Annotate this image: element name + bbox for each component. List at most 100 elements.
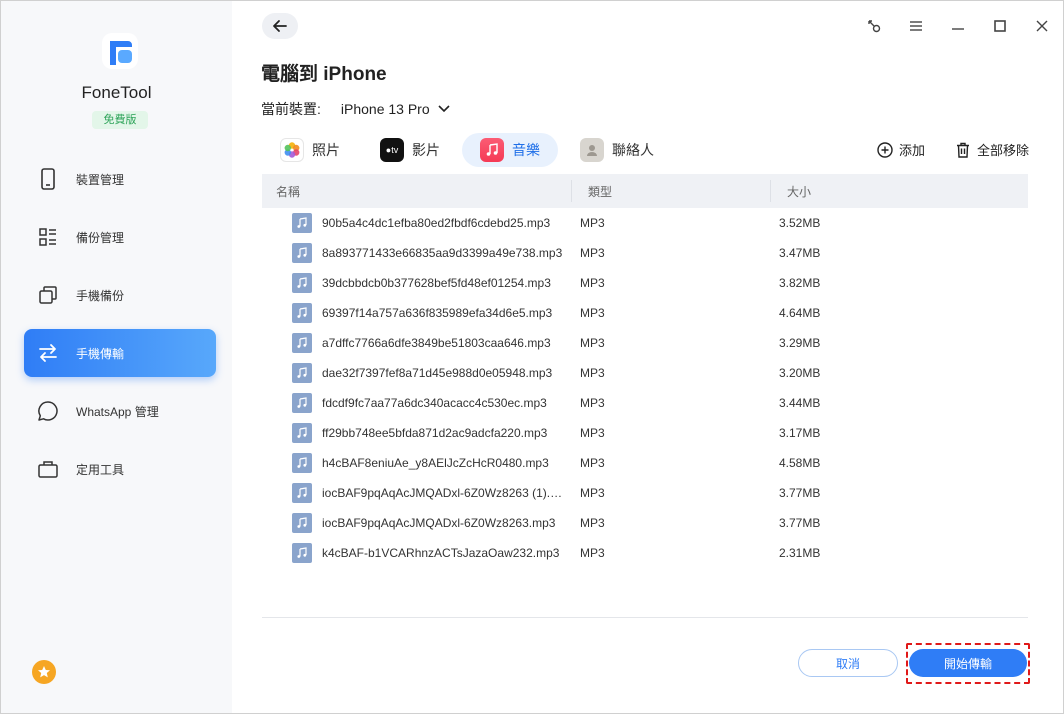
back-button[interactable] xyxy=(262,13,298,39)
column-header-type[interactable]: 類型 xyxy=(572,180,771,202)
column-header-name[interactable]: 名稱 xyxy=(262,180,572,202)
cell-type: MP3 xyxy=(580,516,605,530)
cell-name: dae32f7397fef8a71d45e988d0e05948.mp3 xyxy=(262,363,572,383)
device-dropdown[interactable]: iPhone 13 Pro xyxy=(341,101,450,117)
cell-size: 3.44MB xyxy=(779,396,821,410)
column-header-size[interactable]: 大小 xyxy=(771,174,811,208)
cell-type: MP3 xyxy=(580,426,605,440)
key-icon[interactable] xyxy=(853,11,895,41)
remove-all-button[interactable]: 全部移除 xyxy=(955,140,1029,159)
file-name: iocBAF9pqAqAcJMQADxl-6Z0Wz8263 (1).mp3 xyxy=(322,486,572,500)
start-transfer-button[interactable]: 開始傳輸 xyxy=(909,649,1027,677)
cell-name: 90b5a4c4dc1efba80ed2fbdf6cdebd25.mp3 xyxy=(262,213,572,233)
page-title: 電腦到 iPhone xyxy=(261,64,387,85)
main-panel: 電腦到 iPhone 當前裝置: iPhone 13 Pro 照片 ●tv 影片… xyxy=(232,1,1063,713)
cell-size: 3.77MB xyxy=(779,516,821,530)
cell-size: 3.20MB xyxy=(779,366,821,380)
add-button-label: 添加 xyxy=(898,143,925,158)
music-file-icon xyxy=(292,423,312,443)
music-file-icon xyxy=(292,483,312,503)
toolbox-icon xyxy=(36,457,60,481)
file-name: 8a893771433e66835aa9d3399a49e738.mp3 xyxy=(322,246,563,260)
table-row[interactable]: a7dffc7766a6dfe3849be51803caa646.mp3 MP3 3… xyxy=(262,328,1028,358)
chat-bubble-icon xyxy=(36,399,60,423)
cell-size: 4.58MB xyxy=(779,456,821,470)
minimize-icon[interactable] xyxy=(937,11,979,41)
sidebar-nav: 裝置管理 備份管理 手機備份 手機傳輸 WhatsApp 管理 定用工具 xyxy=(24,155,216,503)
app-window: FoneTool 免費版 裝置管理 備份管理 手機備份 手機傳輸 WhatsAp… xyxy=(0,0,1064,714)
sidebar-item-tools[interactable]: 定用工具 xyxy=(24,445,216,493)
maximize-icon[interactable] xyxy=(979,11,1021,41)
cancel-button[interactable]: 取消 xyxy=(798,649,898,677)
music-file-icon xyxy=(292,363,312,383)
cell-type: MP3 xyxy=(580,246,605,260)
cell-type: MP3 xyxy=(580,276,605,290)
tab-photos[interactable]: 照片 xyxy=(262,133,358,167)
file-name: 69397f14a757a636f835989efa34d6e5.mp3 xyxy=(322,306,553,320)
table-row[interactable]: fdcdf9fc7aa77a6dc340acacc4c530ec.mp3 MP3 3… xyxy=(262,388,1028,418)
category-tabs: 照片 ●tv 影片 音樂 聯絡人 xyxy=(262,133,676,167)
contacts-icon xyxy=(580,138,604,162)
table-row[interactable]: 8a893771433e66835aa9d3399a49e738.mp3 MP3 3… xyxy=(262,238,1028,268)
cell-type: MP3 xyxy=(580,216,605,230)
music-icon xyxy=(480,138,504,162)
chevron-down-icon xyxy=(438,105,450,113)
cell-size: 3.52MB xyxy=(779,216,821,230)
sidebar-item-label: 裝置管理 xyxy=(76,172,125,187)
cell-type: MP3 xyxy=(580,306,605,320)
cell-size: 3.47MB xyxy=(779,246,821,260)
sidebar-item-label: 備份管理 xyxy=(76,230,125,245)
cell-name: 39dcbbdcb0b377628bef5fd48ef01254.mp3 xyxy=(262,273,572,293)
file-name: h4cBAF8eniuAe_y8AElJcZcHcR0480.mp3 xyxy=(322,456,549,470)
table-header: 名稱 類型 大小 xyxy=(262,174,1028,208)
transfer-arrows-icon xyxy=(36,341,60,365)
add-button[interactable]: 添加 xyxy=(877,140,925,159)
cell-name: iocBAF9pqAqAcJMQADxl-6Z0Wz8263.mp3 xyxy=(262,513,572,533)
table-row[interactable]: ff29bb748ee5bfda871d2ac9adcfa220.mp3 MP3 3… xyxy=(262,418,1028,448)
cell-size: 3.17MB xyxy=(779,426,821,440)
table-row[interactable]: k4cBAF-b1VCARhnzACTsJazaOaw232.mp3 MP3 2.3… xyxy=(262,538,1028,568)
music-file-icon xyxy=(292,303,312,323)
table-row[interactable]: h4cBAF8eniuAe_y8AElJcZcHcR0480.mp3 MP3 4.5… xyxy=(262,448,1028,478)
sidebar-item-phone-backup[interactable]: 手機備份 xyxy=(24,271,216,319)
sidebar-item-backup-management[interactable]: 備份管理 xyxy=(24,213,216,261)
tab-videos[interactable]: ●tv 影片 xyxy=(362,133,458,167)
cell-size: 3.77MB xyxy=(779,486,821,500)
table-row[interactable]: 39dcbbdcb0b377628bef5fd48ef01254.mp3 MP3 3… xyxy=(262,268,1028,298)
sidebar-item-label: WhatsApp 管理 xyxy=(76,404,159,419)
table-row[interactable]: 69397f14a757a636f835989efa34d6e5.mp3 MP3 4… xyxy=(262,298,1028,328)
music-file-icon xyxy=(292,213,312,233)
tab-music[interactable]: 音樂 xyxy=(462,133,558,167)
cell-size: 2.31MB xyxy=(779,546,821,560)
file-name: fdcdf9fc7aa77a6dc340acacc4c530ec.mp3 xyxy=(322,396,547,410)
cell-type: MP3 xyxy=(580,366,605,380)
close-icon[interactable] xyxy=(1021,11,1063,41)
cell-size: 3.29MB xyxy=(779,336,821,350)
file-name: ff29bb748ee5bfda871d2ac9adcfa220.mp3 xyxy=(322,426,548,440)
cell-name: 69397f14a757a636f835989efa34d6e5.mp3 xyxy=(262,303,572,323)
file-name: a7dffc7766a6dfe3849be51803caa646.mp3 xyxy=(322,336,551,350)
sidebar-item-whatsapp[interactable]: WhatsApp 管理 xyxy=(24,387,216,435)
sidebar-item-phone-transfer[interactable]: 手機傳輸 xyxy=(24,329,216,377)
table-row[interactable]: iocBAF9pqAqAcJMQADxl-6Z0Wz8263.mp3 MP3 3.7… xyxy=(262,508,1028,538)
star-rating-icon[interactable] xyxy=(32,660,56,684)
sidebar-item-device-management[interactable]: 裝置管理 xyxy=(24,155,216,203)
cell-size: 3.82MB xyxy=(779,276,821,290)
tab-label: 聯絡人 xyxy=(612,142,654,158)
menu-icon[interactable] xyxy=(895,11,937,41)
table-row[interactable]: dae32f7397fef8a71d45e988d0e05948.mp3 MP3 3… xyxy=(262,358,1028,388)
file-name: 39dcbbdcb0b377628bef5fd48ef01254.mp3 xyxy=(322,276,551,290)
cell-name: 8a893771433e66835aa9d3399a49e738.mp3 xyxy=(262,243,572,263)
cell-name: ff29bb748ee5bfda871d2ac9adcfa220.mp3 xyxy=(262,423,572,443)
fonetool-logo-icon xyxy=(100,31,140,71)
music-file-icon xyxy=(292,513,312,533)
sidebar-item-label: 定用工具 xyxy=(76,462,125,477)
photos-icon xyxy=(280,138,304,162)
table-row[interactable]: iocBAF9pqAqAcJMQADxl-6Z0Wz8263 (1).mp3 MP… xyxy=(262,478,1028,508)
sidebar-item-label: 手機備份 xyxy=(76,288,125,303)
cell-type: MP3 xyxy=(580,546,605,560)
remove-all-button-label: 全部移除 xyxy=(976,143,1029,158)
table-row[interactable]: 90b5a4c4dc1efba80ed2fbdf6cdebd25.mp3 MP3 3… xyxy=(262,208,1028,238)
cell-name: a7dffc7766a6dfe3849be51803caa646.mp3 xyxy=(262,333,572,353)
tab-contacts[interactable]: 聯絡人 xyxy=(562,133,672,167)
